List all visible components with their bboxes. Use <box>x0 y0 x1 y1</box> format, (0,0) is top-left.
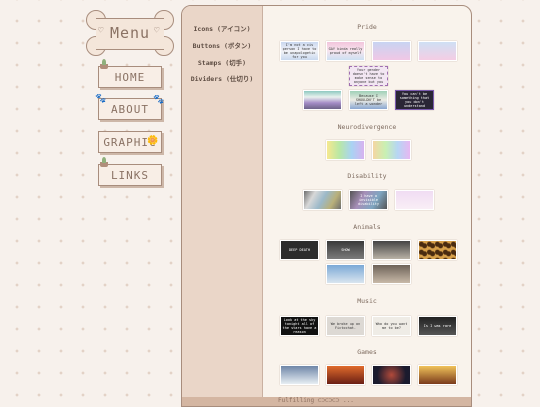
menu-title: Menu <box>109 24 151 42</box>
nav-links-label: Links <box>110 168 150 182</box>
stamp: Who do you want me to be? <box>372 316 411 336</box>
side-nav-dividers[interactable]: Dividers (仕切り) <box>182 73 262 83</box>
stamp <box>418 41 457 61</box>
section-title-animals: Animals <box>353 223 381 231</box>
stamp <box>395 190 434 210</box>
stamp: Is I was rare <box>418 316 457 336</box>
side-nav: Icons (アイコン) Buttons (ボタン) Stamps (切手) D… <box>182 6 263 406</box>
stamp <box>372 240 411 260</box>
stamp <box>303 190 342 210</box>
stamp <box>326 264 365 284</box>
stamp <box>326 140 365 160</box>
side-nav-stamps[interactable]: Stamps (切手) <box>182 57 262 67</box>
stamp <box>326 365 365 385</box>
stamp <box>372 365 411 385</box>
section-title-games: Games <box>357 348 377 356</box>
pot-plant-icon <box>97 59 111 70</box>
stamp <box>303 90 342 110</box>
nav-home-label: Home <box>114 70 146 84</box>
stamp <box>372 264 411 284</box>
stamp <box>418 365 457 385</box>
stamp: I have a invisible disability <box>349 190 388 210</box>
stamp: SHOW <box>326 240 365 260</box>
stamp: You can't be something that you don't un… <box>395 90 434 110</box>
stamp: DEEP DEATH <box>280 240 319 260</box>
section-title-pride: Pride <box>357 23 377 31</box>
stamp <box>418 240 457 260</box>
side-nav-buttons[interactable]: Buttons (ボタン) <box>182 40 262 50</box>
stamp <box>372 140 411 160</box>
side-nav-icons[interactable]: Icons (アイコン) <box>182 23 262 33</box>
section-title-music: Music <box>357 297 377 305</box>
paw-print-icon: 🐾 <box>95 94 108 104</box>
stamp: We broke up on Fictochat. <box>326 316 365 336</box>
nav-links-button[interactable]: Links <box>98 157 162 186</box>
nav-about-button[interactable]: 🐾 About 🐾 <box>95 94 166 120</box>
nav-graphic-button[interactable]: Graphic 🌼 <box>98 131 162 153</box>
menu-title-bone: ♡ ♡ Menu <box>86 10 174 56</box>
nav-about-label: About <box>110 102 150 116</box>
main-panel: Icons (アイコン) Buttons (ボタン) Stamps (切手) D… <box>181 5 472 407</box>
paw-print-icon: 🐾 <box>153 95 166 105</box>
stamp-gallery: Pride I'm not a cis person I have to be … <box>263 6 471 397</box>
flower-icon: 🌼 <box>147 136 160 146</box>
stamp <box>280 365 319 385</box>
section-title-disability: Disability <box>347 172 387 180</box>
nav-home-button[interactable]: Home <box>98 59 162 88</box>
stamp: Look at the sky tonight all of the stars… <box>280 316 319 336</box>
pot-plant-icon <box>97 157 111 168</box>
stamp: Your gender doesn't have to make sense t… <box>349 66 388 86</box>
stamp: I'm not a cis person I have to be unapol… <box>280 41 319 61</box>
stamp <box>372 41 411 61</box>
section-title-neurodivergence: Neurodivergence <box>337 123 397 131</box>
footer-text: Fulfilling ⊂⊃⊂⊃⊂⊃ ... <box>278 397 354 404</box>
stamp: GAY kinda really proud of myself <box>326 41 365 61</box>
stamp: Because I SHOULDN'T be left a wonder <box>349 90 388 110</box>
